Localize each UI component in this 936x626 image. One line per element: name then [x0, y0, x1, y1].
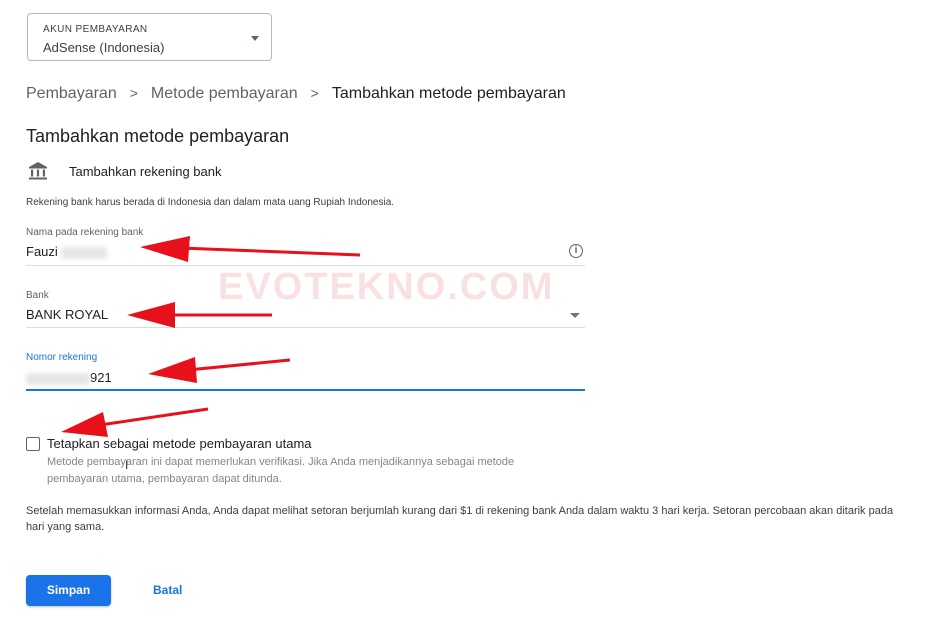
redacted-text — [26, 372, 90, 385]
bank-select-value: BANK ROYAL — [26, 307, 109, 322]
account-holder-name-value: Fauzi — [26, 244, 108, 259]
watermark: EVOTEKNO.COM — [218, 266, 555, 308]
cancel-button[interactable]: Batal — [153, 583, 182, 597]
chevron-down-icon — [251, 36, 259, 41]
account-selector[interactable]: AKUN PEMBAYARAN AdSense (Indonesia) — [27, 13, 272, 61]
breadcrumb-item-payment-methods[interactable]: Metode pembayaran — [151, 85, 298, 103]
account-number-value: 921 — [26, 370, 112, 385]
account-holder-name-text: Fauzi — [26, 244, 58, 259]
account-holder-name-label: Nama pada rekening bank — [26, 227, 144, 238]
breadcrumb-item-payments[interactable]: Pembayaran — [26, 85, 117, 103]
chevron-right-icon: > — [310, 85, 319, 101]
chevron-down-icon — [570, 313, 580, 318]
page-title: Tambahkan metode pembayaran — [26, 126, 290, 146]
chevron-right-icon: > — [129, 85, 138, 101]
account-label: AKUN PEMBAYARAN — [43, 24, 148, 35]
redacted-text — [61, 246, 108, 259]
field-underline — [26, 327, 585, 328]
deposit-info-text: Setelah memasukkan informasi Anda, Anda … — [26, 505, 894, 533]
breadcrumb: Pembayaran > Metode pembayaran > Tambahkan m… — [26, 85, 566, 103]
account-number-label: Nomor rekening — [26, 352, 98, 363]
account-number-text: 921 — [90, 370, 112, 385]
text-cursor-icon: I — [125, 458, 129, 472]
bank-section-heading: Tambahkan rekening bank — [69, 164, 222, 179]
bank-select-label: Bank — [26, 290, 49, 301]
account-value: AdSense (Indonesia) — [43, 40, 165, 55]
field-underline-focused — [26, 389, 585, 391]
account-number-field[interactable]: Nomor rekening 921 — [26, 352, 585, 394]
save-button[interactable]: Simpan — [26, 575, 111, 606]
primary-method-checkbox[interactable] — [26, 437, 40, 451]
primary-method-help: Metode pembayaran ini dapat memerlukan v… — [47, 456, 515, 485]
bank-requirement-text: Rekening bank harus berada di Indonesia … — [26, 197, 395, 208]
info-icon[interactable]: i — [569, 244, 583, 258]
annotation-arrow — [61, 407, 209, 437]
breadcrumb-item-current: Tambahkan metode pembayaran — [331, 85, 566, 102]
primary-method-label[interactable]: Tetapkan sebagai metode pembayaran utama — [47, 436, 312, 451]
bank-icon — [29, 162, 47, 180]
account-holder-name-field[interactable]: Nama pada rekening bank Fauzi i — [26, 227, 585, 267]
